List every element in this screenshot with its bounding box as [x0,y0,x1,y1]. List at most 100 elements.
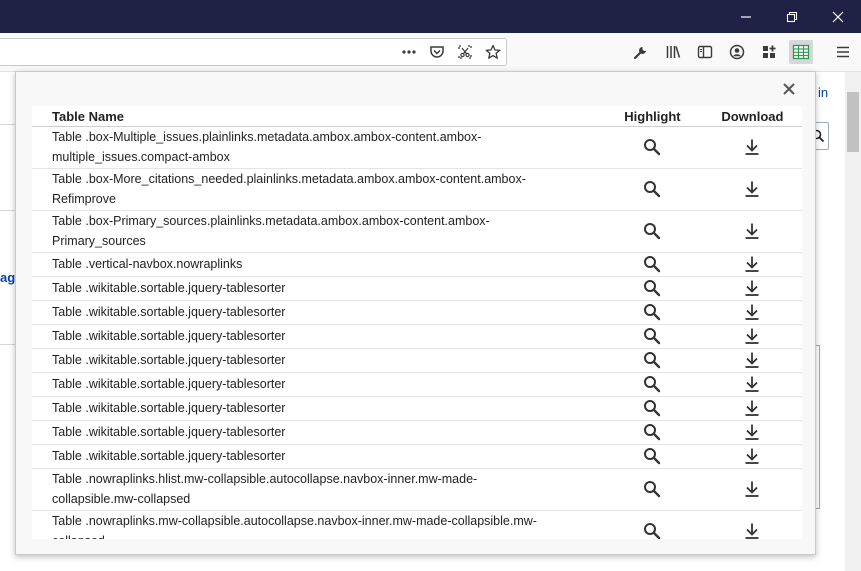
table-name-cell: Table .wikitable.sortable.jquery-tableso… [32,324,603,349]
download-button[interactable] [742,301,762,321]
download-button[interactable] [742,373,762,393]
page-divider [0,124,15,125]
tables-list[interactable]: Table Name Highlight Download Table .box… [32,106,802,539]
table-capture-icon[interactable] [789,40,813,64]
highlight-button[interactable] [642,373,662,393]
screenshot-icon[interactable] [453,40,477,64]
page-link-fragment[interactable]: in [818,85,828,100]
table-name-cell: Table .box-Primary_sources.plainlinks.me… [32,210,603,253]
header-download: Download [702,106,802,127]
download-button[interactable] [742,520,762,539]
table-row: Table .nowraplinks.mw-collapsible.autoco… [32,510,802,539]
table-row: Table .wikitable.sortable.jquery-tableso… [32,276,802,301]
page-divider [0,210,15,211]
table-name-cell: Table .wikitable.sortable.jquery-tableso… [32,372,603,397]
download-icon [745,352,759,368]
download-button[interactable] [742,325,762,345]
highlight-button[interactable] [642,421,662,441]
highlight-button[interactable] [642,478,662,498]
table-header-row: Table Name Highlight Download [32,106,802,127]
highlight-button[interactable] [642,397,662,417]
magnifier-icon [644,352,661,369]
table-row: Table .wikitable.sortable.jquery-tableso… [32,300,802,325]
magnifier-icon [644,280,661,297]
download-button[interactable] [742,478,762,498]
close-icon [783,83,795,95]
highlight-button[interactable] [642,220,662,240]
bookmark-star-icon[interactable] [481,40,505,64]
url-bar[interactable] [0,38,507,66]
pocket-icon[interactable] [425,40,449,64]
magnifier-icon [644,481,661,498]
download-button[interactable] [742,136,762,156]
table-row: Table .wikitable.sortable.jquery-tableso… [32,420,802,445]
popup-close-button[interactable] [781,81,797,97]
window-titlebar [0,0,861,33]
magnifier-icon [644,424,661,441]
download-button[interactable] [742,277,762,297]
highlight-button[interactable] [642,277,662,297]
header-highlight: Highlight [602,106,703,127]
magnifier-icon [644,328,661,345]
menu-icon[interactable] [831,40,855,64]
table-capture-popup: Table Name Highlight Download Table .box… [15,71,816,555]
more-actions-icon[interactable] [397,40,421,64]
highlight-button[interactable] [642,136,662,156]
table-name-cell: Table .box-More_citations_needed.plainli… [32,168,603,211]
download-icon [745,280,759,296]
highlight-button[interactable] [642,253,662,273]
download-button[interactable] [742,445,762,465]
highlight-button[interactable] [642,178,662,198]
table-row: Table .nowraplinks.hlist.mw-collapsible.… [32,468,802,511]
download-icon [745,223,759,239]
download-button[interactable] [742,397,762,417]
sidebar-icon[interactable] [693,40,717,64]
table-name-cell: Table .wikitable.sortable.jquery-tableso… [32,276,603,301]
download-button[interactable] [742,253,762,273]
page-scrollbar-thumb[interactable] [847,92,859,152]
download-icon [745,400,759,416]
download-icon [745,256,759,272]
magnifier-icon [644,376,661,393]
magnifier-icon [644,304,661,321]
highlight-button[interactable] [642,349,662,369]
table-row: Table .wikitable.sortable.jquery-tableso… [32,444,802,469]
table-name-cell: Table .nowraplinks.hlist.mw-collapsible.… [32,468,603,511]
download-icon [745,481,759,497]
download-button[interactable] [742,220,762,240]
tables-table: Table Name Highlight Download Table .box… [32,106,802,539]
table-row: Table .vertical-navbox.nowraplinks [32,252,802,277]
highlight-button[interactable] [642,325,662,345]
restore-button[interactable] [769,0,815,33]
extensions-icon[interactable] [757,40,781,64]
download-button[interactable] [742,421,762,441]
table-row: Table .box-Multiple_issues.plainlinks.me… [32,126,802,169]
table-name-cell: Table .wikitable.sortable.jquery-tableso… [32,300,603,325]
download-icon [745,304,759,320]
highlight-button[interactable] [642,301,662,321]
download-icon [745,448,759,464]
close-icon [832,11,844,22]
download-icon [745,376,759,392]
table-name-cell: Table .wikitable.sortable.jquery-tableso… [32,348,603,373]
table-row: Table .wikitable.sortable.jquery-tableso… [32,372,802,397]
page-infobox-edge [816,345,820,509]
wrench-icon[interactable] [629,40,653,64]
download-icon [745,424,759,440]
table-name-cell: Table .vertical-navbox.nowraplinks [32,252,603,277]
download-icon [745,139,759,155]
browser-toolbar [0,33,861,72]
download-button[interactable] [742,178,762,198]
download-icon [745,523,759,539]
highlight-button[interactable] [642,445,662,465]
minimize-button[interactable] [723,0,769,33]
account-icon[interactable] [725,40,749,64]
table-row: Table .wikitable.sortable.jquery-tableso… [32,396,802,421]
page-divider [0,344,15,345]
close-window-button[interactable] [815,0,861,33]
download-button[interactable] [742,349,762,369]
download-icon [745,328,759,344]
library-icon[interactable] [661,40,685,64]
table-name-cell: Table .wikitable.sortable.jquery-tableso… [32,396,603,421]
highlight-button[interactable] [642,520,662,539]
